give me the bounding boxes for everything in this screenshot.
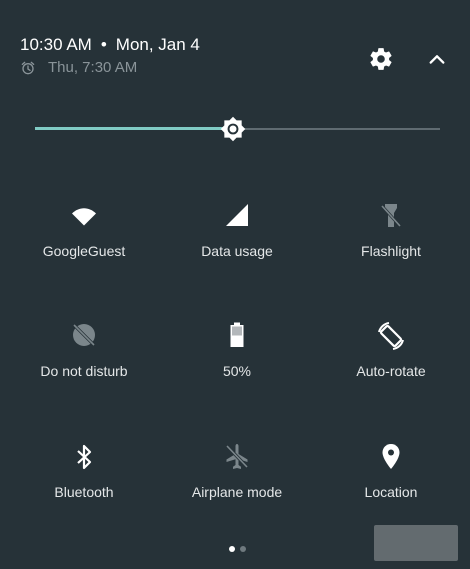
sun-icon[interactable] [220, 116, 246, 142]
alarm-clock-icon [21, 61, 35, 74]
tile-do-not-disturb-label: Do not disturb [40, 363, 128, 379]
do-not-disturb-icon [73, 324, 95, 346]
tile-auto-rotate[interactable]: Auto-rotate [316, 321, 466, 401]
page-dot[interactable] [240, 546, 246, 552]
tile-flashlight-label: Flashlight [361, 243, 421, 259]
location-pin-icon [382, 444, 400, 469]
auto-rotate-icon [378, 322, 404, 350]
clock-time[interactable]: 10:30 AM [20, 35, 92, 54]
page-dot-active[interactable] [229, 546, 235, 552]
tile-airplane-mode-label: Airplane mode [191, 484, 283, 500]
separator-dot: • [100, 35, 107, 54]
wifi-icon [72, 208, 96, 226]
tile-data-usage-label: Data usage [201, 243, 273, 259]
tile-airplane-mode[interactable]: Airplane mode [162, 442, 312, 522]
time-date-row: 10:30 AM • Mon, Jan 4 [20, 35, 200, 55]
tile-wifi-label: GoogleGuest [42, 243, 126, 259]
next-alarm[interactable]: Thu, 7:30 AM [20, 59, 137, 76]
tile-bluetooth[interactable]: Bluetooth [9, 442, 159, 522]
tile-auto-rotate-label: Auto-rotate [356, 363, 426, 379]
battery-icon [230, 322, 244, 347]
tile-data-usage[interactable]: Data usage [162, 201, 312, 281]
brightness-fill [35, 127, 234, 130]
bluetooth-icon [77, 444, 92, 470]
brightness-slider[interactable] [35, 112, 440, 146]
alarm-time: Thu, 7:30 AM [48, 59, 138, 76]
tile-do-not-disturb[interactable]: Do not disturb [9, 321, 159, 401]
flashlight-icon [380, 204, 402, 228]
gear-icon[interactable] [368, 46, 394, 72]
chevron-up-icon[interactable] [426, 50, 448, 68]
date-label[interactable]: Mon, Jan 4 [116, 35, 200, 54]
tile-location[interactable]: Location [316, 442, 466, 522]
watermark-logo [374, 525, 458, 561]
tile-wifi[interactable]: GoogleGuest [9, 201, 159, 281]
status-header: 10:30 AM • Mon, Jan 4 Thu, 7:30 AM [0, 0, 470, 100]
tile-location-label: Location [364, 484, 418, 500]
tile-battery[interactable]: 50% [162, 321, 312, 401]
tile-battery-label: 50% [222, 363, 252, 379]
cellular-signal-icon [226, 204, 248, 226]
tile-flashlight[interactable]: Flashlight [316, 201, 466, 281]
airplane-icon [225, 444, 249, 469]
tile-bluetooth-label: Bluetooth [54, 484, 114, 500]
page-indicator [229, 546, 246, 552]
